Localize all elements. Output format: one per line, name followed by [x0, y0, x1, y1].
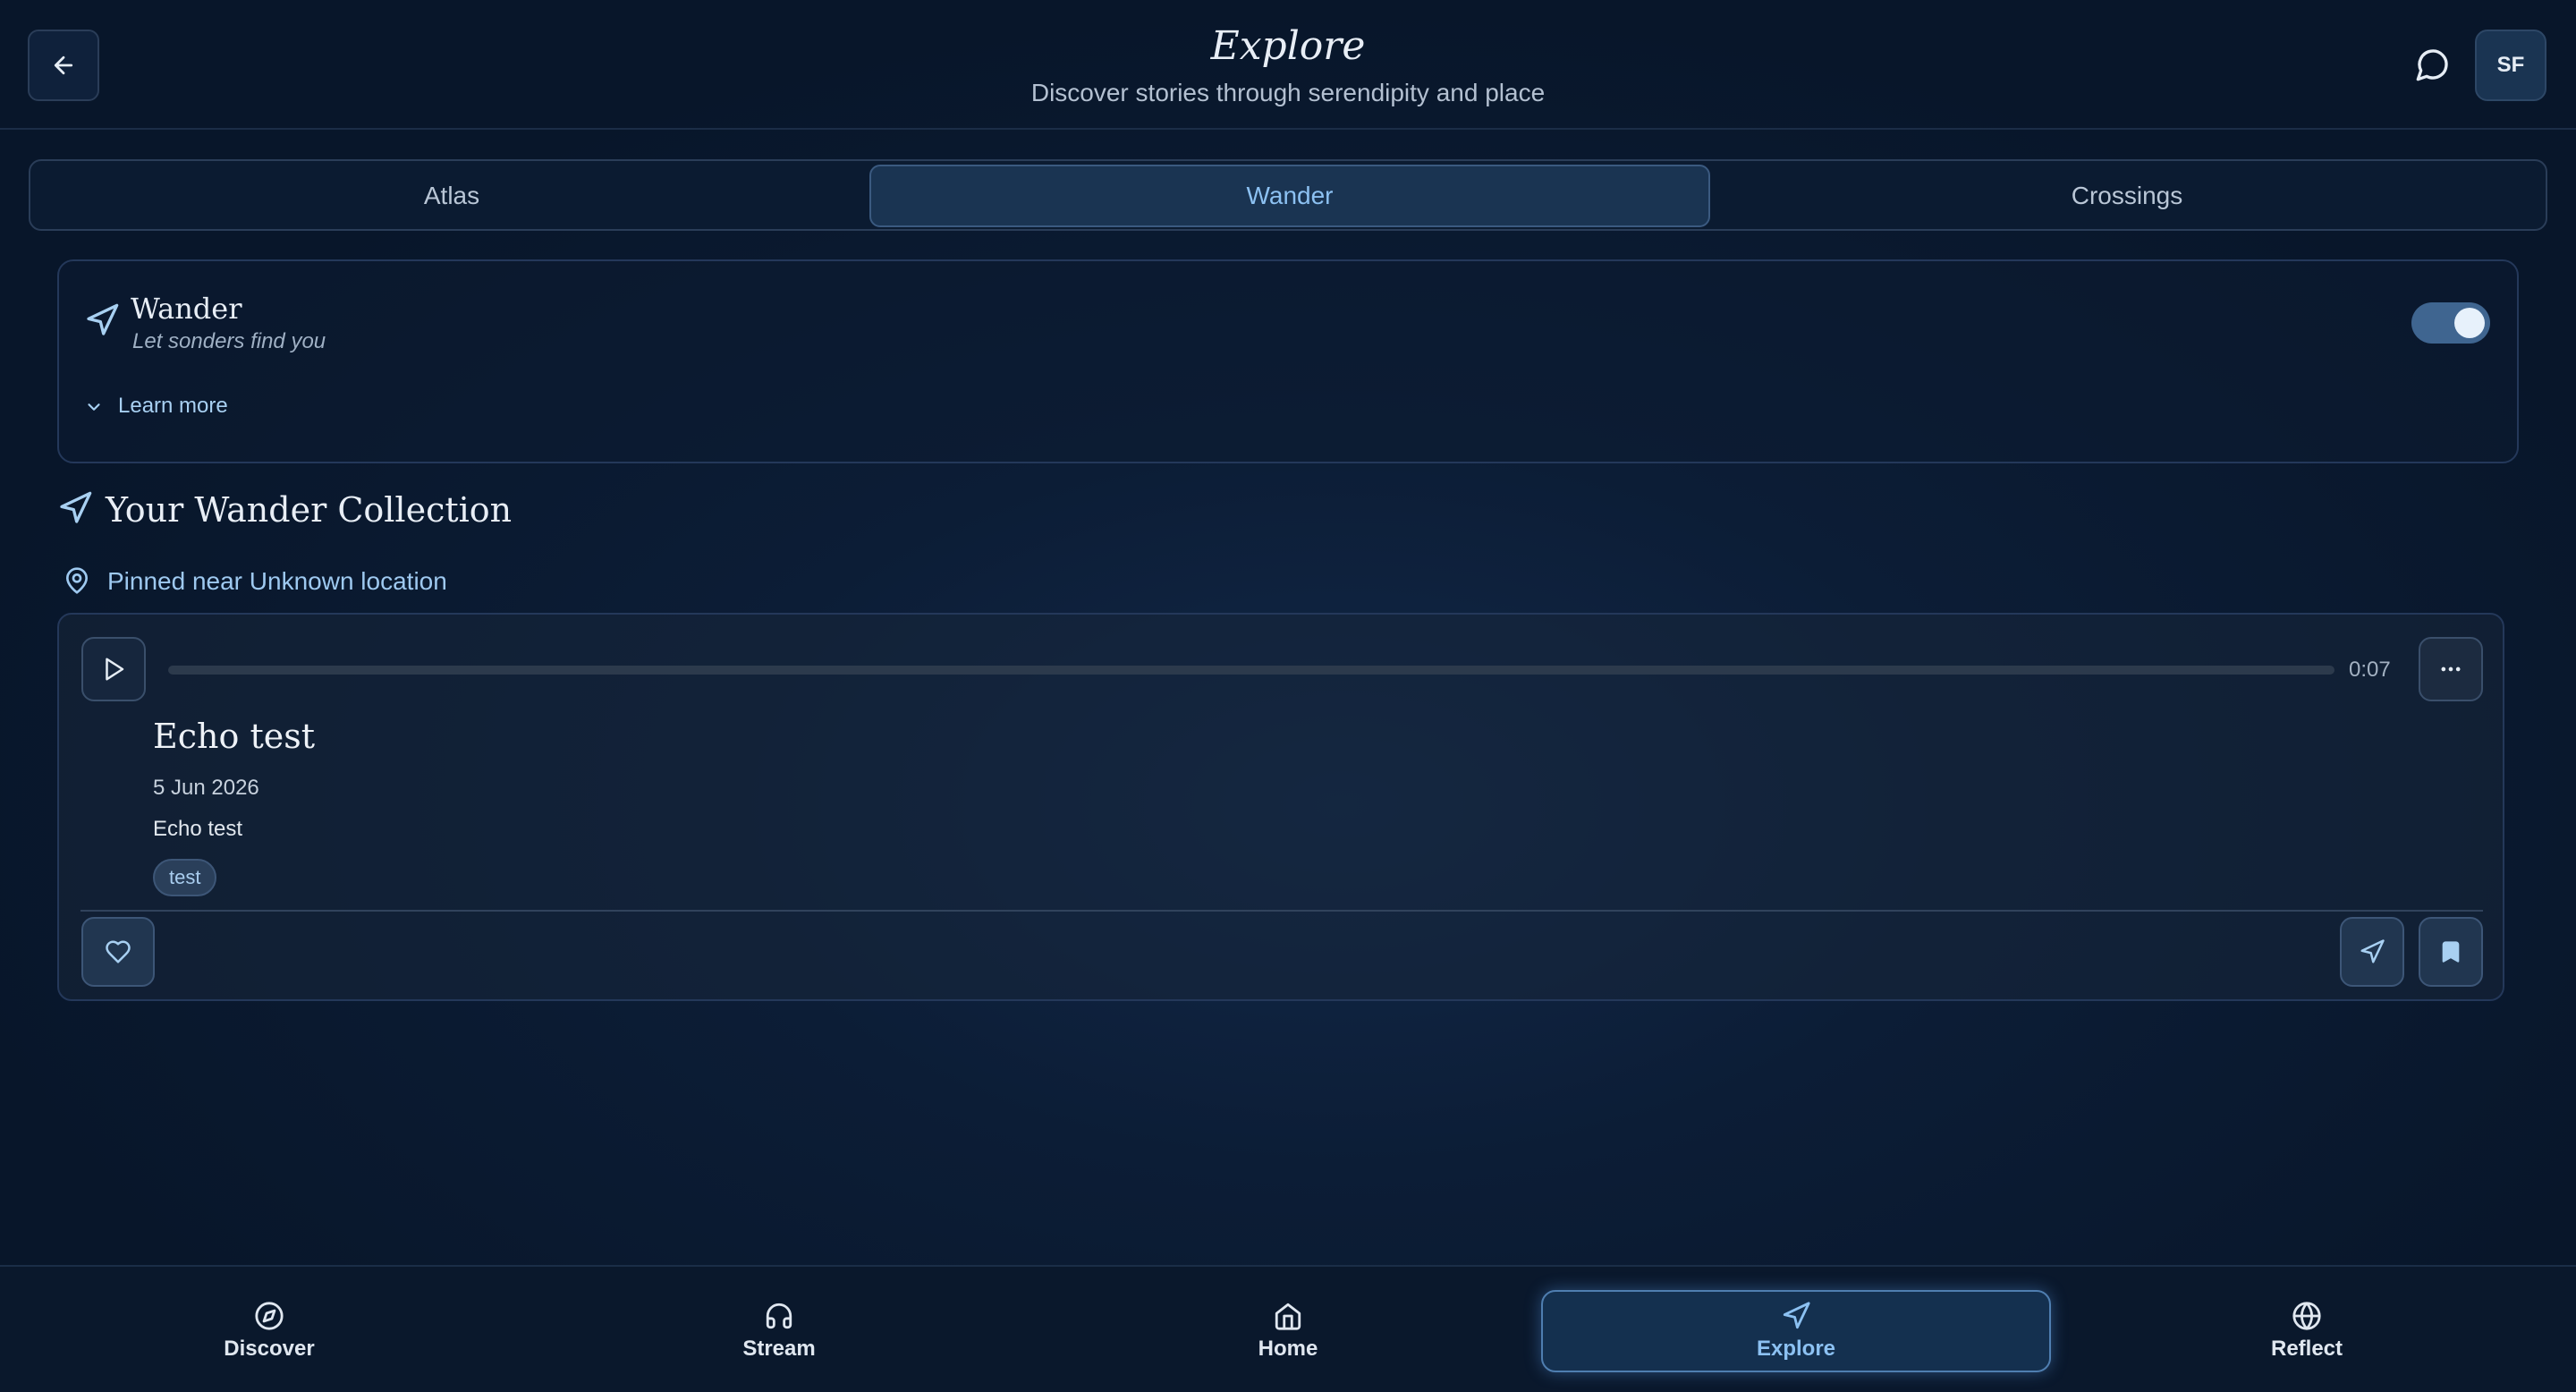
globe-icon	[2292, 1302, 2321, 1330]
wander-title: Wander	[131, 292, 242, 326]
map-pin-icon	[66, 567, 88, 594]
pinned-location: Pinned near Unknown location	[107, 567, 447, 595]
play-icon	[106, 658, 124, 681]
echo-card: 0:07 Echo test 5 Jun 2026 Echo test test	[57, 613, 2504, 1001]
navigation-icon	[2360, 939, 2385, 963]
wander-subtitle: Let sonders find you	[132, 329, 326, 353]
echo-tag[interactable]: test	[153, 859, 217, 896]
wander-toggle[interactable]	[2411, 302, 2490, 344]
echo-date: 5 Jun 2026	[153, 776, 259, 800]
nav-reflect[interactable]: Reflect	[2052, 1290, 2562, 1372]
more-horizontal-icon	[2441, 666, 2461, 672]
page-title: Explore	[1210, 23, 1366, 69]
nav-label: Home	[1258, 1337, 1318, 1361]
navigation-icon	[60, 491, 92, 523]
send-button[interactable]	[2340, 917, 2404, 987]
nav-explore[interactable]: Explore	[1541, 1290, 2051, 1372]
learn-more-link[interactable]: Learn more	[118, 394, 228, 419]
heart-icon	[106, 940, 131, 963]
echo-title: Echo test	[153, 717, 315, 756]
chevron-down-icon[interactable]	[84, 397, 104, 417]
avatar[interactable]: SF	[2475, 30, 2546, 101]
nav-label: Reflect	[2270, 1337, 2343, 1361]
nav-label: Stream	[742, 1337, 816, 1361]
nav-label: Discover	[224, 1337, 315, 1361]
page-subtitle: Discover stories through serendipity and…	[1030, 79, 1546, 106]
audio-progress-bar[interactable]	[168, 666, 2334, 675]
nav-discover[interactable]: Discover	[14, 1290, 524, 1372]
top-header: Explore Discover stories through serendi…	[0, 0, 2576, 130]
nav-label: Explore	[1756, 1337, 1836, 1361]
bookmark-button[interactable]	[2419, 917, 2483, 987]
divider	[80, 910, 2483, 912]
toggle-knob	[2454, 308, 2485, 338]
tab-atlas[interactable]: Atlas	[34, 165, 869, 227]
navigation-icon	[87, 303, 119, 335]
like-button[interactable]	[81, 917, 155, 987]
message-circle-icon[interactable]	[2415, 47, 2451, 82]
nav-stream[interactable]: Stream	[524, 1290, 1034, 1372]
explore-tabs: Atlas Wander Crossings	[29, 159, 2547, 231]
wander-card: Wander Let sonders find you Learn more	[57, 259, 2519, 463]
home-icon	[1275, 1303, 1301, 1330]
bookmark-icon	[2442, 941, 2460, 963]
play-button[interactable]	[81, 637, 146, 701]
tab-crossings[interactable]: Crossings	[1710, 165, 2544, 227]
collection-title: Your Wander Collection	[106, 490, 513, 530]
headphones-icon	[766, 1303, 792, 1329]
echo-description: Echo test	[153, 817, 243, 841]
nav-home[interactable]: Home	[1033, 1290, 1543, 1372]
more-options-button[interactable]	[2419, 637, 2483, 701]
audio-duration: 0:07	[2349, 658, 2391, 682]
tab-wander[interactable]: Wander	[869, 165, 1710, 227]
navigation-icon	[1783, 1302, 1810, 1329]
bottom-nav: Discover Stream Home Explore Reflect	[0, 1265, 2576, 1392]
compass-icon	[255, 1302, 284, 1330]
